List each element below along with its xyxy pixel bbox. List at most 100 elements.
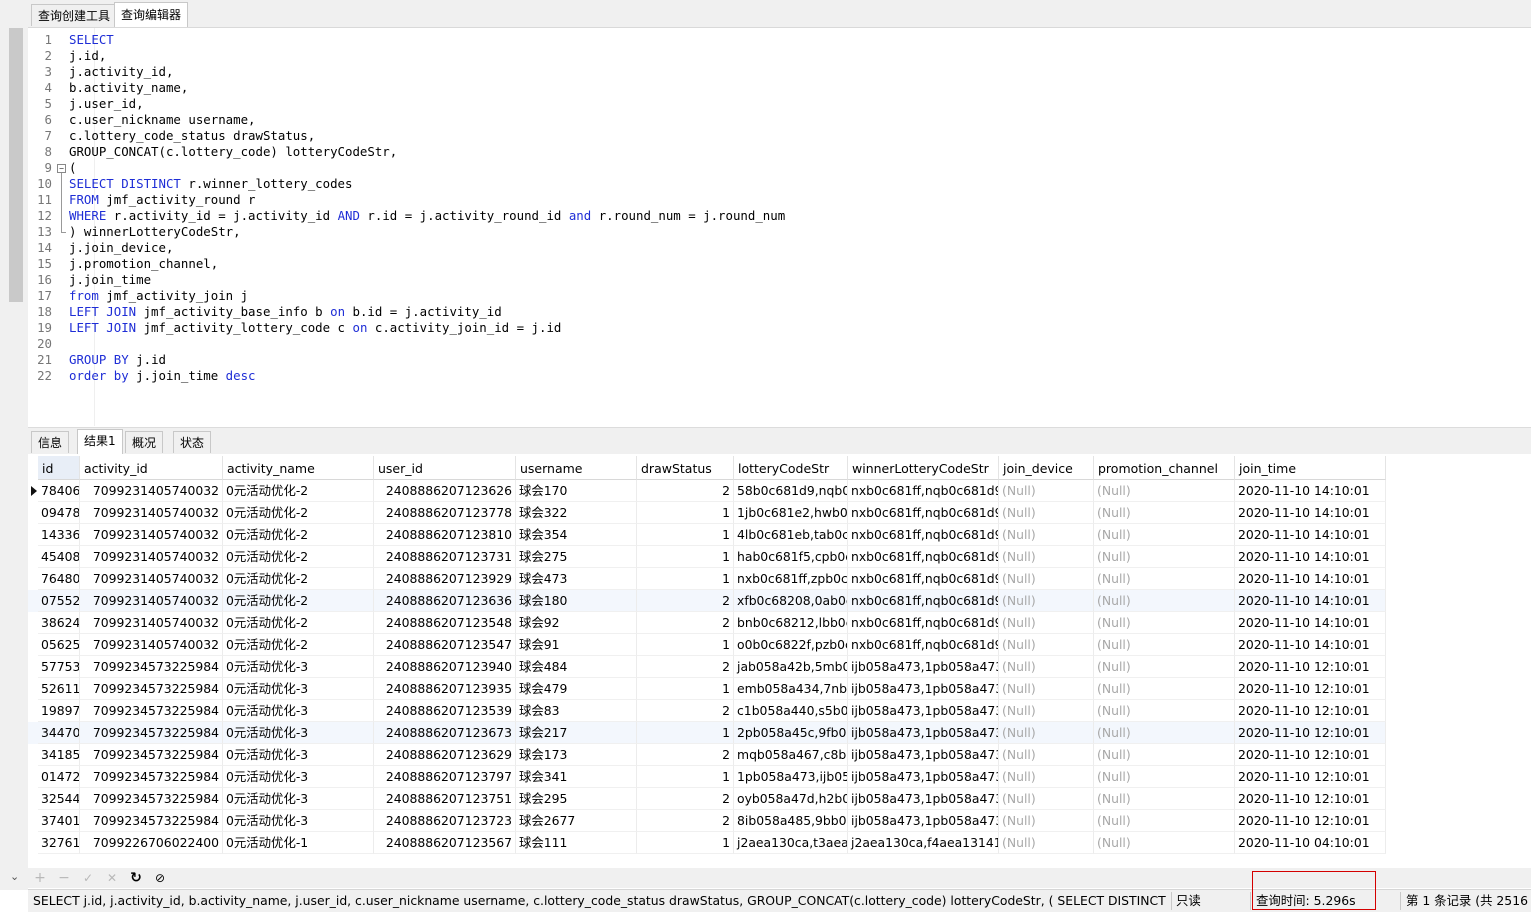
cell-join_device[interactable]: (Null) [999,766,1094,788]
result-grid[interactable]: id activity_id activity_name user_id usernam… [28,456,1531,854]
cell-user_id[interactable]: 2408886207123673 [374,722,516,744]
cell-username[interactable]: 球会170 [516,480,637,502]
cell-winnerLotteryCodeStr[interactable]: nxb0c681ff,nqb0c681d9,h [848,546,999,568]
cell-activity_id[interactable]: 7099234573225984 [80,700,223,722]
cell-activity_id[interactable]: 7099231405740032 [80,634,223,656]
cell-join_device[interactable]: (Null) [999,832,1094,854]
cell-activity_id[interactable]: 7099234573225984 [80,744,223,766]
cell-activity_name[interactable]: 0元活动优化-1 [223,832,374,854]
cell-winnerLotteryCodeStr[interactable]: ijb058a473,1pb058a473,e [848,678,999,700]
cell-join_device[interactable]: (Null) [999,656,1094,678]
cell-lotteryCodeStr[interactable]: j2aea130ca,t3aea13 [734,832,848,854]
table-row[interactable]: 57753670992345732259840元活动优化-32408886207… [28,656,1386,678]
cell-join_time[interactable]: 2020-11-10 12:10:01 [1235,722,1386,744]
column-header-username[interactable]: username [516,456,637,480]
code-line[interactable]: j.join_device, [69,240,173,256]
chevron-down-icon[interactable]: ⌄ [10,870,19,883]
cell-activity_name[interactable]: 0元活动优化-3 [223,700,374,722]
cell-drawStatus[interactable]: 2 [637,744,734,766]
cell-user_id[interactable]: 2408886207123797 [374,766,516,788]
cell-join_time[interactable]: 2020-11-10 12:10:01 [1235,744,1386,766]
cell-username[interactable]: 球会180 [516,590,637,612]
cell-activity_id[interactable]: 7099231405740032 [80,546,223,568]
column-header-join_time[interactable]: join_time [1235,456,1386,480]
cell-drawStatus[interactable]: 2 [637,810,734,832]
code-line[interactable]: j.user_id, [69,96,144,112]
cell-promotion_channel[interactable]: (Null) [1094,612,1235,634]
cell-drawStatus[interactable]: 2 [637,788,734,810]
cell-id[interactable]: 526112 [38,678,80,700]
tab-info[interactable]: 信息 [31,431,70,453]
cell-user_id[interactable]: 2408886207123940 [374,656,516,678]
cell-activity_id[interactable]: 7099226706022400 [80,832,223,854]
cell-username[interactable]: 球会111 [516,832,637,854]
cell-id[interactable]: 014720 [38,766,80,788]
code-line[interactable]: c.lottery_code_status drawStatus, [69,128,315,144]
cell-username[interactable]: 球会91 [516,634,637,656]
cell-username[interactable]: 球会479 [516,678,637,700]
cell-join_time[interactable]: 2020-11-10 14:10:01 [1235,524,1386,546]
cell-lotteryCodeStr[interactable]: nxb0c681ff,zpb0c6 [734,568,848,590]
cell-drawStatus[interactable]: 1 [637,832,734,854]
cell-activity_name[interactable]: 0元活动优化-3 [223,656,374,678]
table-row[interactable]: 76480070992314057400320元活动优化-22408886207… [28,568,1386,590]
cell-lotteryCodeStr[interactable]: 8ib058a485,9bb058 [734,810,848,832]
cell-activity_id[interactable]: 7099231405740032 [80,590,223,612]
cell-id[interactable]: 094784 [38,502,80,524]
cell-winnerLotteryCodeStr[interactable]: nxb0c681ff,nqb0c681d9,h [848,568,999,590]
cell-promotion_channel[interactable]: (Null) [1094,700,1235,722]
cell-lotteryCodeStr[interactable]: 1pb058a473,ijb058 [734,766,848,788]
cell-promotion_channel[interactable]: (Null) [1094,546,1235,568]
x-icon[interactable]: ✕ [103,868,121,888]
column-header-winnerLotteryCodeStr[interactable]: winnerLotteryCodeStr [848,456,999,480]
table-row[interactable]: 45408070992314057400320元活动优化-22408886207… [28,546,1386,568]
cell-user_id[interactable]: 2408886207123778 [374,502,516,524]
cell-activity_name[interactable]: 0元活动优化-2 [223,634,374,656]
cell-drawStatus[interactable]: 1 [637,634,734,656]
cell-join_device[interactable]: (Null) [999,524,1094,546]
cell-user_id[interactable]: 2408886207123539 [374,700,516,722]
cell-id[interactable]: 143360 [38,524,80,546]
cell-lotteryCodeStr[interactable]: 58b0c681d9,nqb0c [734,480,848,502]
cell-join_device[interactable]: (Null) [999,480,1094,502]
cell-join_device[interactable]: (Null) [999,568,1094,590]
cell-user_id[interactable]: 2408886207123810 [374,524,516,546]
cell-join_time[interactable]: 2020-11-10 12:10:01 [1235,810,1386,832]
cell-user_id[interactable]: 2408886207123929 [374,568,516,590]
cell-promotion_channel[interactable]: (Null) [1094,722,1235,744]
cell-activity_name[interactable]: 0元活动优化-2 [223,480,374,502]
stop-icon[interactable]: ⊘ [151,868,169,888]
cell-username[interactable]: 球会473 [516,568,637,590]
tab-result1[interactable]: 结果1 [77,429,123,454]
cell-activity_id[interactable]: 7099231405740032 [80,612,223,634]
table-row[interactable]: 34185670992345732259840元活动优化-32408886207… [28,744,1386,766]
cell-username[interactable]: 球会322 [516,502,637,524]
cell-drawStatus[interactable]: 1 [637,766,734,788]
cell-drawStatus[interactable]: 2 [637,612,734,634]
tab-status[interactable]: 状态 [173,431,212,453]
cell-lotteryCodeStr[interactable]: c1b058a440,s5b058 [734,700,848,722]
cell-activity_name[interactable]: 0元活动优化-3 [223,788,374,810]
tab-query-editor[interactable]: 查询编辑器 [114,2,189,27]
cell-winnerLotteryCodeStr[interactable]: ijb058a473,1pb058a473,e [848,744,999,766]
cell-id[interactable]: 784064 [38,480,80,502]
cell-lotteryCodeStr[interactable]: emb058a434,7nb05 [734,678,848,700]
cell-lotteryCodeStr[interactable]: jab058a42b,5mb05 [734,656,848,678]
cell-user_id[interactable]: 2408886207123567 [374,832,516,854]
cell-winnerLotteryCodeStr[interactable]: nxb0c681ff,nqb0c681d9,h [848,502,999,524]
cell-id[interactable]: 374016 [38,810,80,832]
table-row[interactable]: 34470470992345732259840元活动优化-32408886207… [28,722,1386,744]
cell-activity_id[interactable]: 7099231405740032 [80,568,223,590]
refresh-icon[interactable]: ↻ [127,868,145,888]
cell-activity_id[interactable]: 7099231405740032 [80,524,223,546]
cell-join_time[interactable]: 2020-11-10 12:10:01 [1235,766,1386,788]
cell-winnerLotteryCodeStr[interactable]: ijb058a473,1pb058a473,e [848,656,999,678]
code-line[interactable]: FROM jmf_activity_round r [69,192,256,208]
cell-username[interactable]: 球会173 [516,744,637,766]
cell-activity_id[interactable]: 7099231405740032 [80,502,223,524]
code-line[interactable]: j.promotion_channel, [69,256,218,272]
column-header-id[interactable]: id [38,456,80,480]
cell-activity_name[interactable]: 0元活动优化-2 [223,612,374,634]
table-row[interactable]: 09478470992314057400320元活动优化-22408886207… [28,502,1386,524]
cell-join_device[interactable]: (Null) [999,590,1094,612]
